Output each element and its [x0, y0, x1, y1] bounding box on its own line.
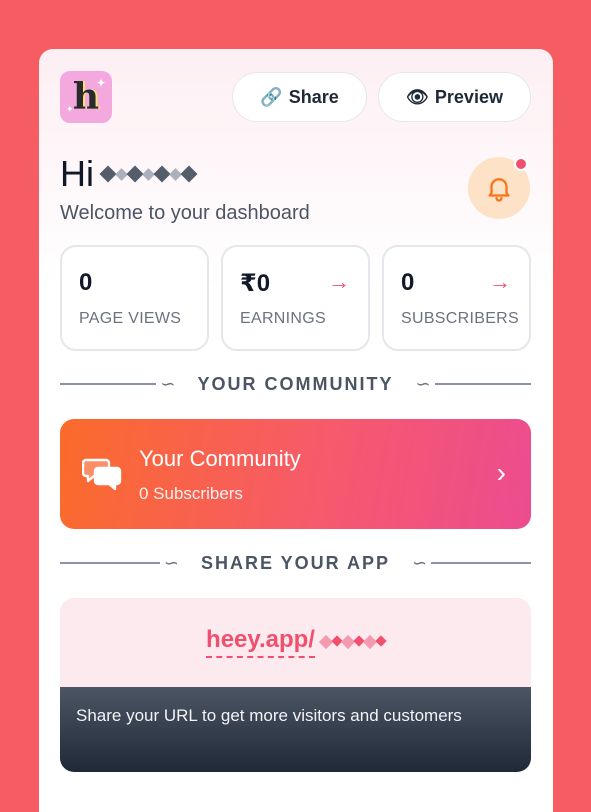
section-heading: YOUR COMMUNITY	[197, 373, 394, 394]
sparkle-icon: ✦	[66, 104, 74, 114]
share-button-label: Share	[288, 86, 339, 107]
divider-line	[60, 562, 160, 564]
link-icon: 🔗	[260, 86, 283, 107]
section-divider-share: ∽ SHARE YOUR APP ∽	[60, 550, 532, 576]
stat-value: 0	[401, 269, 415, 296]
swirl-icon: ∽	[163, 552, 179, 573]
sparkle-icon: ✦	[95, 76, 106, 90]
stat-earnings[interactable]: ₹0 → EARNINGS	[221, 245, 370, 351]
section-heading: SHARE YOUR APP	[200, 552, 391, 573]
stat-page-views: 0 PAGE VIEWS	[60, 245, 209, 351]
stat-label: PAGE VIEWS	[79, 310, 182, 327]
app-url-text[interactable]: heey.app/	[206, 626, 315, 658]
greeting-hi: Hi	[60, 153, 94, 194]
share-button[interactable]: 🔗 Share	[232, 72, 367, 122]
stat-label: SUBSCRIBERS	[401, 310, 519, 327]
section-divider-community: ∽ YOUR COMMUNITY ∽	[60, 371, 531, 397]
bell-icon	[488, 178, 510, 202]
chevron-right-icon: ›	[496, 457, 506, 488]
swirl-icon: ∽	[160, 373, 176, 394]
redacted-username	[99, 165, 198, 183]
share-note: Share your URL to get more visitors and …	[60, 687, 531, 772]
community-title: Your Community	[139, 446, 301, 471]
notification-dot	[514, 157, 528, 171]
stat-value: 0	[79, 269, 93, 296]
community-card[interactable]: Your Community 0 Subscribers ›	[60, 419, 531, 529]
stat-label: EARNINGS	[240, 310, 326, 327]
redacted-url-slug	[318, 634, 387, 650]
app-logo[interactable]: h ✦ ✦	[60, 71, 112, 123]
arrow-right-icon: →	[489, 269, 511, 294]
stat-value: ₹0	[240, 270, 271, 297]
greeting: Hi	[60, 153, 198, 195]
share-app-box: heey.app/ Share your URL to get more vis…	[60, 598, 531, 772]
swirl-icon: ∽	[412, 552, 428, 573]
stat-subscribers[interactable]: 0 → SUBSCRIBERS	[382, 245, 531, 351]
arrow-right-icon: →	[328, 269, 350, 294]
eye-icon: 👁	[406, 86, 429, 107]
chat-bubbles-icon	[82, 458, 122, 491]
divider-line	[434, 383, 531, 385]
divider-line	[60, 383, 157, 385]
preview-button[interactable]: 👁 Preview	[378, 72, 531, 122]
notification-button[interactable]	[468, 157, 530, 219]
divider-line	[431, 562, 532, 564]
dashboard-card: h ✦ ✦ 🔗 Share 👁 Preview Hi Welcome to yo…	[39, 49, 553, 812]
preview-button-label: Preview	[434, 86, 503, 107]
community-subscribers: 0 Subscribers	[139, 484, 243, 503]
welcome-text: Welcome to your dashboard	[60, 202, 310, 224]
app-url[interactable]: heey.app/	[60, 626, 531, 658]
swirl-icon: ∽	[415, 373, 431, 394]
